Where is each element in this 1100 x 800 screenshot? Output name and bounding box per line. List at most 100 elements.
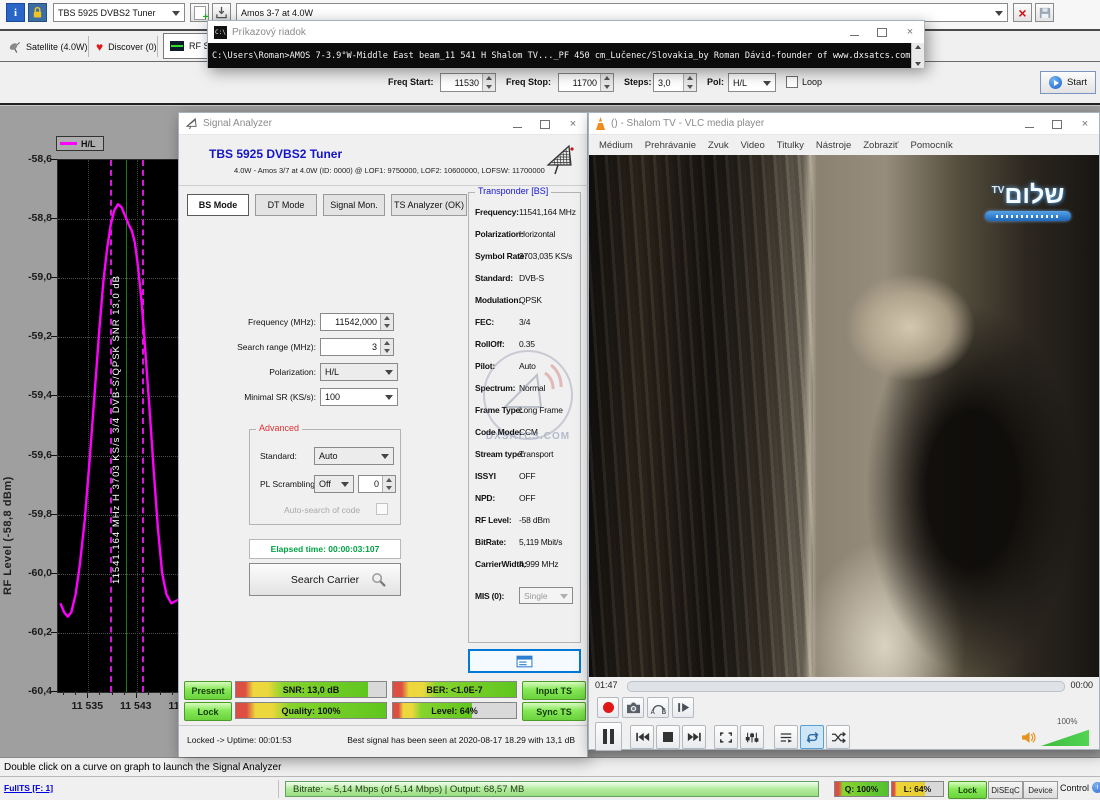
tab-satellite[interactable]: Satellite (4.0W) (8, 37, 88, 57)
cmd-scrollbar[interactable] (911, 43, 924, 68)
tuner-select[interactable]: TBS 5925 DVBS2 Tuner (53, 3, 185, 22)
pl-scrambling-select[interactable]: Off (314, 475, 354, 493)
shuffle-icon (831, 731, 846, 744)
vlc-menu-m-dium[interactable]: Médium (593, 140, 639, 151)
vlc-window[interactable]: () - Shalom TV - VLC media player × Médi… (588, 112, 1100, 750)
transponder-row-value: Horizontal (519, 229, 555, 239)
polarization-value: H/L (325, 367, 339, 377)
svg-text:A: A (650, 709, 655, 715)
frequency-spinner[interactable] (380, 314, 393, 330)
analyzer-maximize-button[interactable] (531, 113, 559, 135)
cmd-title: Príkazový riadok (232, 27, 306, 38)
vlc-equalizer-button[interactable] (740, 725, 764, 749)
cmd-window[interactable]: C:\ Príkazový riadok × C:\Users\Roman>AM… (207, 20, 925, 68)
vlc-close-button[interactable]: × (1071, 113, 1099, 135)
vlc-fullscreen-button[interactable] (714, 725, 738, 749)
control-menu[interactable]: Control i (1060, 782, 1100, 793)
vlc-menu-zobrazi[interactable]: Zobraziť (857, 140, 904, 151)
cmd-minimize-button[interactable] (840, 21, 868, 43)
x-tick-label: 11 543 (114, 700, 158, 712)
analyzer-titlebar[interactable]: Signal Analyzer × (179, 113, 587, 135)
next-icon (687, 731, 702, 743)
search-range-spinner[interactable] (380, 339, 393, 355)
save-button[interactable] (1035, 3, 1054, 22)
vlc-minimize-button[interactable] (1015, 113, 1043, 135)
info-button[interactable]: i (6, 3, 25, 22)
camera-icon (626, 701, 641, 714)
steps-spinner[interactable] (683, 74, 696, 91)
diseqc-button[interactable]: DiSEqC (988, 781, 1023, 799)
freq-stop-spinner[interactable] (600, 74, 613, 91)
vlc-menu-pomocn-k[interactable]: Pomocník (905, 140, 959, 151)
start-button[interactable]: Start (1040, 71, 1096, 94)
transponder-row-label: Frequency: (475, 207, 519, 217)
vlc-menu-prehr-vanie[interactable]: Prehrávanie (639, 140, 702, 151)
loop-checkbox[interactable] (786, 76, 798, 88)
vlc-ab-loop-button[interactable]: AB (647, 697, 669, 718)
vlc-menu-titulky[interactable]: Titulky (771, 140, 810, 151)
vlc-seek-bar[interactable] (627, 681, 1065, 692)
search-carrier-button[interactable]: Search Carrier (249, 563, 401, 596)
signal-analyzer-window[interactable]: Signal Analyzer × TBS 5925 DVBS2 Tuner 4… (178, 112, 588, 757)
vlc-next-button[interactable] (682, 725, 706, 749)
vlc-video-area[interactable]: TV שלום (589, 155, 1099, 677)
transponder-row: RF Level:-58 dBm (469, 515, 580, 537)
lock-status-label: Lock (958, 786, 977, 795)
vlc-stop-button[interactable] (656, 725, 680, 749)
pl-code-input[interactable]: 0 (358, 475, 396, 493)
tab-discover[interactable]: ♥ Discover (0) (96, 37, 157, 57)
steps-input[interactable]: 3,0 (653, 73, 697, 92)
minimal-sr-select[interactable]: 100 (320, 388, 398, 406)
vlc-record-button[interactable] (597, 697, 619, 718)
cmd-content[interactable]: C:\Users\Roman>AMOS 7-3.9°W-Middle East … (208, 43, 924, 68)
loop-icon (805, 731, 820, 744)
minimal-sr-label: Minimal SR (KS/s): (219, 392, 316, 402)
device-label: Device (1028, 786, 1052, 795)
analyzer-minimize-button[interactable] (503, 113, 531, 135)
polarization-select[interactable]: H/L (320, 363, 398, 381)
pl-scrambling-label: PL Scrambling: (260, 479, 317, 489)
quality-meter-analyzer-text: Quality: 100% (236, 703, 386, 718)
auto-search-checkbox[interactable] (376, 503, 388, 515)
analyzer-tab-ts-analyzer-ok[interactable]: TS Analyzer (OK) (391, 194, 467, 216)
standard-select[interactable]: Auto (314, 447, 394, 465)
close-device-button[interactable]: × (1013, 3, 1032, 22)
search-range-input[interactable]: 3 (320, 338, 394, 356)
cmd-close-button[interactable]: × (896, 21, 924, 43)
search-range-label: Search range (MHz): (219, 342, 316, 352)
speaker-icon[interactable] (1021, 731, 1036, 744)
transponder-row-label: BitRate: (475, 537, 506, 547)
vlc-pause-button[interactable] (595, 722, 622, 751)
vlc-titlebar[interactable]: () - Shalom TV - VLC media player × (589, 113, 1099, 135)
freq-start-input[interactable]: 11530 (440, 73, 496, 92)
ts-list-button[interactable] (468, 649, 581, 673)
fullts-link[interactable]: FullTS [F: 1] (4, 783, 53, 793)
vlc-frame-step-button[interactable] (672, 697, 694, 718)
vlc-loop-button[interactable] (800, 725, 824, 749)
vlc-menu-video[interactable]: Video (735, 140, 771, 151)
vlc-maximize-button[interactable] (1043, 113, 1071, 135)
vlc-playlist-button[interactable] (774, 725, 798, 749)
cmd-titlebar[interactable]: C:\ Príkazový riadok × (208, 21, 924, 43)
frequency-input[interactable]: 11542,000 (320, 313, 394, 331)
vlc-shuffle-button[interactable] (826, 725, 850, 749)
analyzer-close-button[interactable]: × (559, 113, 587, 135)
device-button[interactable]: Device (1023, 781, 1058, 799)
fullscreen-icon (719, 731, 733, 744)
pol-select[interactable]: H/L (728, 73, 776, 92)
analyzer-tab-bs-mode[interactable]: BS Mode (187, 194, 249, 216)
analyzer-tab-dt-mode[interactable]: DT Mode (255, 194, 317, 216)
vlc-previous-button[interactable] (630, 725, 654, 749)
analyzer-tab-signal-mon[interactable]: Signal Mon. (323, 194, 385, 216)
vlc-snapshot-button[interactable] (622, 697, 644, 718)
lock-button[interactable] (28, 3, 47, 22)
cmd-maximize-button[interactable] (868, 21, 896, 43)
bitrate-text: Bitrate: ~ 5,14 Mbps (of 5,14 Mbps) | Ou… (286, 784, 524, 795)
freq-start-spinner[interactable] (482, 74, 495, 91)
pl-code-spinner[interactable] (382, 476, 395, 492)
vlc-menu-zvuk[interactable]: Zvuk (702, 140, 735, 151)
quality-meter-analyzer: Quality: 100% (235, 702, 387, 719)
freq-stop-input[interactable]: 11700 (558, 73, 614, 92)
vlc-volume-slider[interactable] (1041, 729, 1091, 746)
vlc-menu-n-stroje[interactable]: Nástroje (810, 140, 857, 151)
